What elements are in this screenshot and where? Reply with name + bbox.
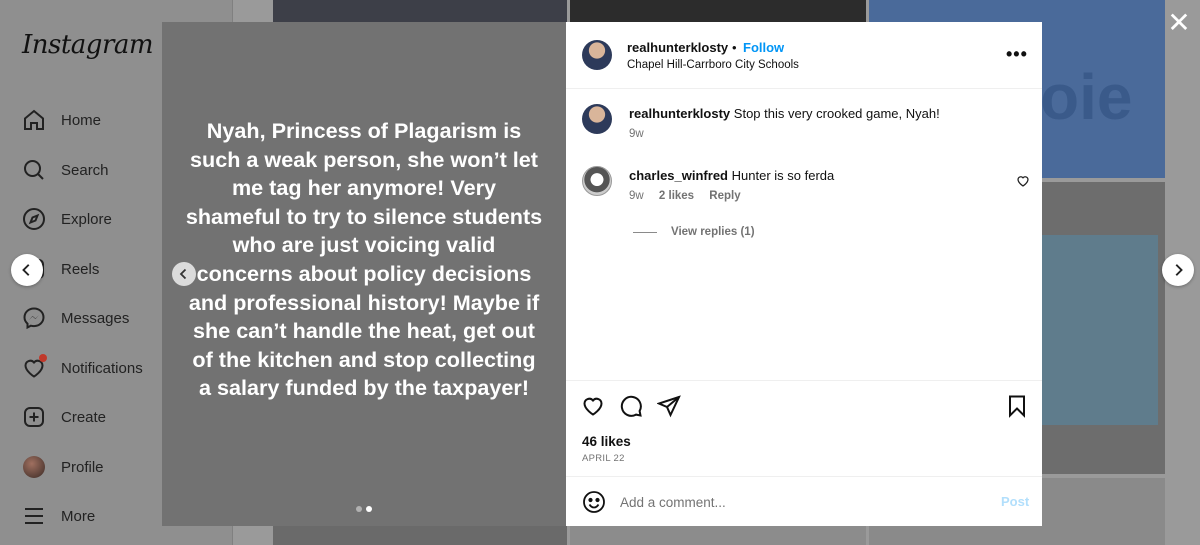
sidebar-item-explore[interactable]: Explore — [22, 204, 112, 234]
search-icon — [22, 158, 46, 182]
sidebar-item-label: Reels — [61, 260, 100, 278]
like-count[interactable]: 46 likes — [582, 434, 631, 449]
menu-icon — [22, 504, 46, 528]
grid-tile-text: oie — [1040, 61, 1133, 133]
chevron-right-icon — [1175, 264, 1183, 276]
sidebar-item-notifications[interactable]: Notifications — [22, 353, 143, 383]
post-media-text: Nyah, Princess of Plagarism is such a we… — [185, 118, 543, 401]
grid-tile-image — [1042, 235, 1158, 425]
carousel-dot — [356, 506, 362, 512]
post-date[interactable]: APRIL 22 — [582, 453, 625, 464]
post-actions: 46 likes APRIL 22 — [566, 380, 1042, 476]
sidebar-item-create[interactable]: Create — [22, 402, 106, 432]
avatar[interactable] — [582, 104, 612, 134]
home-icon — [22, 108, 46, 132]
comment-time: 9w — [629, 190, 644, 202]
instagram-logo[interactable]: Instagram — [22, 30, 154, 60]
more-options-icon[interactable]: ••• — [1006, 44, 1028, 65]
comment-username[interactable]: charles_winfred — [629, 168, 728, 183]
previous-post-button[interactable] — [11, 254, 43, 286]
post-location[interactable]: Chapel Hill-Carrboro City Schools — [627, 59, 799, 71]
notification-dot — [39, 354, 47, 362]
sidebar-item-label: Profile — [61, 458, 104, 476]
post-header: realhunterklosty • Follow Chapel Hill-Ca… — [566, 22, 1042, 89]
carousel-dot-active — [366, 506, 372, 512]
view-replies-button[interactable]: View replies (1) — [633, 226, 755, 238]
comment-likes[interactable]: 2 likes — [659, 190, 694, 202]
grid-post-tile — [273, 0, 567, 22]
chevron-left-icon — [22, 264, 30, 276]
sidebar-item-label: Notifications — [61, 359, 143, 377]
grid-post-tile — [273, 526, 567, 545]
messages-icon — [22, 306, 46, 330]
comment-username[interactable]: realhunterklosty — [629, 106, 730, 121]
sidebar-item-profile[interactable]: Profile — [22, 452, 104, 482]
author-username[interactable]: realhunterklosty — [627, 40, 728, 55]
comment-input[interactable] — [620, 490, 980, 514]
grid-post-tile — [570, 526, 866, 545]
avatar[interactable] — [582, 166, 612, 196]
avatar — [23, 456, 45, 478]
carousel-indicator — [162, 506, 566, 512]
sidebar-item-label: Create — [61, 408, 107, 426]
emoji-icon[interactable] — [582, 490, 606, 514]
divider — [633, 231, 657, 233]
comment-text: Stop this very crooked game, Nyah! — [733, 106, 940, 121]
post-side-panel: realhunterklosty • Follow Chapel Hill-Ca… — [566, 22, 1042, 526]
separator-dot: • — [732, 40, 737, 55]
add-comment-bar: Post — [566, 476, 1042, 526]
follow-button[interactable]: Follow — [743, 40, 784, 55]
sidebar-item-label: Explore — [61, 210, 112, 228]
sidebar-item-home[interactable]: Home — [22, 105, 101, 135]
close-icon[interactable]: ✕ — [1166, 9, 1192, 37]
view-replies-label: View replies (1) — [671, 226, 755, 238]
next-post-button[interactable] — [1162, 254, 1194, 286]
sidebar-item-label: Home — [61, 111, 102, 129]
sidebar-item-label: More — [61, 507, 96, 525]
sidebar-item-search[interactable]: Search — [22, 155, 109, 185]
post-comment-button[interactable]: Post — [1001, 494, 1029, 509]
save-bookmark-icon[interactable] — [1005, 394, 1029, 418]
comment-icon[interactable] — [619, 394, 643, 418]
comment-like-heart-icon[interactable] — [1016, 174, 1030, 188]
explore-icon — [22, 207, 46, 231]
heart-icon — [22, 354, 47, 380]
like-heart-icon[interactable] — [581, 394, 605, 418]
post-media: Nyah, Princess of Plagarism is such a we… — [162, 22, 566, 526]
share-icon[interactable] — [657, 394, 681, 418]
post-modal: Nyah, Princess of Plagarism is such a we… — [162, 22, 1042, 526]
sidebar-item-messages[interactable]: Messages — [22, 303, 129, 333]
author-avatar[interactable] — [582, 40, 612, 70]
reply-button[interactable]: Reply — [709, 190, 740, 202]
create-icon — [22, 405, 46, 429]
grid-post-tile — [570, 0, 866, 22]
comment-time: 9w — [629, 128, 644, 140]
sidebar-item-label: Messages — [61, 309, 130, 327]
chevron-left-icon — [179, 268, 187, 280]
sidebar-item-more[interactable]: More — [22, 501, 95, 531]
comment-text: Hunter is so ferda — [731, 168, 835, 183]
carousel-prev-button[interactable] — [172, 262, 196, 286]
sidebar-item-label: Search — [61, 161, 109, 179]
